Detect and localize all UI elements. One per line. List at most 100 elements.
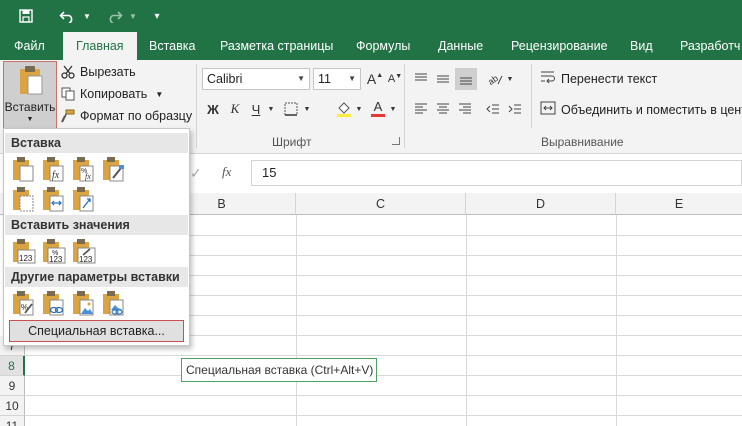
formula-input[interactable]: 15 bbox=[251, 160, 742, 186]
fx-icon[interactable]: fx bbox=[222, 164, 231, 180]
tab-view[interactable]: Вид bbox=[630, 32, 653, 60]
tab-review[interactable]: Рецензирование bbox=[511, 32, 608, 60]
brush-icon bbox=[60, 108, 76, 124]
row-header-8[interactable]: 8 bbox=[0, 356, 25, 376]
align-bottom-icon[interactable] bbox=[455, 68, 477, 90]
redo-dropdown-icon[interactable]: ▼ bbox=[126, 0, 140, 32]
borders-icon[interactable] bbox=[282, 100, 300, 118]
paste-no-borders-icon[interactable] bbox=[11, 186, 37, 212]
wrap-text-button[interactable]: Перенести текст bbox=[540, 70, 657, 87]
increase-font-icon[interactable]: A ▲ bbox=[366, 70, 384, 88]
undo-dropdown-icon[interactable]: ▼ bbox=[80, 0, 94, 32]
font-color-dropdown-icon[interactable]: ▼ bbox=[388, 100, 398, 118]
redo-icon[interactable] bbox=[104, 0, 126, 32]
row-header-10[interactable]: 10 bbox=[0, 396, 25, 416]
bold-icon[interactable]: Ж bbox=[205, 100, 221, 118]
paste-transpose-icon[interactable] bbox=[71, 186, 97, 212]
paste-picture-icon[interactable] bbox=[71, 290, 97, 316]
italic-icon[interactable]: К bbox=[227, 100, 243, 118]
paste-options-menu: Вставка fx % fx Вставить значения 123 % 12… bbox=[3, 128, 190, 346]
paste-icon[interactable] bbox=[11, 156, 37, 182]
grid-line bbox=[25, 375, 742, 376]
tab-data[interactable]: Данные bbox=[438, 32, 483, 60]
paste-button[interactable]: Вставить ▼ bbox=[3, 61, 57, 129]
font-group-label: Шрифт bbox=[272, 135, 312, 149]
borders-dropdown-icon[interactable]: ▼ bbox=[302, 100, 312, 118]
paste-values-icon[interactable]: 123 bbox=[11, 238, 37, 264]
paste-formulas-number-format-icon[interactable]: % fx bbox=[71, 156, 97, 182]
paste-formatting-icon[interactable]: % bbox=[11, 290, 37, 316]
underline-dropdown-icon[interactable]: ▼ bbox=[266, 100, 276, 118]
copy-dropdown-icon[interactable]: ▼ bbox=[155, 90, 163, 99]
decrease-font-icon[interactable]: A ▼ bbox=[386, 70, 404, 88]
svg-text:fx: fx bbox=[52, 170, 60, 181]
svg-text:123: 123 bbox=[49, 255, 63, 264]
align-right-icon[interactable] bbox=[456, 100, 474, 118]
align-top-icon[interactable] bbox=[412, 70, 430, 88]
column-header-d[interactable]: D bbox=[466, 193, 616, 215]
increase-indent-icon[interactable] bbox=[506, 100, 524, 118]
font-name-dropdown-icon: ▼ bbox=[297, 74, 305, 83]
font-size-select[interactable]: 11 ▼ bbox=[313, 68, 361, 90]
align-left-icon[interactable] bbox=[412, 100, 430, 118]
align-middle-icon[interactable] bbox=[434, 70, 452, 88]
align-center-icon[interactable] bbox=[434, 100, 452, 118]
grid-line bbox=[25, 415, 742, 416]
fill-color-dropdown-icon[interactable]: ▼ bbox=[354, 100, 364, 118]
ribbon-separator bbox=[404, 64, 405, 148]
svg-text:ab: ab bbox=[487, 73, 500, 86]
tab-page-layout[interactable]: Разметка страницы bbox=[220, 32, 333, 60]
copy-icon bbox=[60, 86, 76, 102]
font-name-value: Calibri bbox=[207, 72, 243, 86]
paste-linked-picture-icon[interactable] bbox=[101, 290, 127, 316]
wrap-text-icon bbox=[540, 70, 556, 87]
font-size-dropdown-icon: ▼ bbox=[348, 74, 356, 83]
tab-formulas[interactable]: Формулы bbox=[356, 32, 410, 60]
decrease-indent-icon[interactable] bbox=[484, 100, 502, 118]
scissors-icon bbox=[60, 64, 76, 80]
paste-link-icon[interactable] bbox=[41, 290, 67, 316]
tab-insert[interactable]: Вставка bbox=[149, 32, 195, 60]
cut-button[interactable]: Вырезать bbox=[60, 62, 136, 82]
orientation-dropdown-icon[interactable]: ▼ bbox=[505, 70, 515, 88]
column-header-e[interactable]: E bbox=[616, 193, 742, 215]
merge-center-label: Объединить и поместить в центре bbox=[561, 102, 742, 117]
font-name-select[interactable]: Calibri ▼ bbox=[202, 68, 310, 90]
paste-values-source-format-icon[interactable]: 123 bbox=[71, 238, 97, 264]
check-icon[interactable]: ✓ bbox=[190, 165, 202, 182]
fill-color-icon[interactable] bbox=[335, 100, 353, 118]
tab-developer[interactable]: Разработч bbox=[680, 32, 740, 60]
save-icon[interactable] bbox=[14, 0, 38, 32]
column-header-c[interactable]: C bbox=[296, 193, 466, 215]
paste-keep-source-format-icon[interactable] bbox=[101, 156, 127, 182]
undo-icon[interactable] bbox=[56, 0, 78, 32]
customize-toolbar-icon[interactable]: ▾ bbox=[148, 0, 166, 32]
paste-keep-column-width-icon[interactable] bbox=[41, 186, 67, 212]
merge-center-button[interactable]: Объединить и поместить в центре bbox=[540, 101, 742, 118]
font-dialog-launcher-icon[interactable] bbox=[392, 137, 400, 145]
copy-button[interactable]: Копировать ▼ bbox=[60, 84, 163, 104]
alignment-group-label: Выравнивание bbox=[541, 135, 624, 149]
orientation-icon[interactable]: ab bbox=[486, 70, 504, 88]
clipboard-icon bbox=[19, 66, 43, 99]
ribbon-separator bbox=[531, 64, 532, 128]
row-header-11[interactable]: 11 bbox=[0, 416, 25, 426]
paste-section-header: Вставка bbox=[5, 133, 188, 153]
grid-line bbox=[25, 355, 742, 356]
font-size-value: 11 bbox=[318, 72, 331, 86]
paste-formulas-icon[interactable]: fx bbox=[41, 156, 67, 182]
chevron-down-icon: ▼ bbox=[26, 116, 34, 123]
paste-special-tooltip: Специальная вставка (Ctrl+Alt+V) bbox=[181, 358, 377, 382]
underline-icon[interactable]: Ч bbox=[248, 100, 264, 118]
tab-home[interactable]: Главная bbox=[63, 32, 137, 61]
merge-center-icon bbox=[540, 101, 556, 118]
format-painter-button[interactable]: Формат по образцу bbox=[60, 106, 192, 126]
tab-file[interactable]: Файл bbox=[14, 32, 45, 60]
copy-label: Копировать bbox=[80, 87, 148, 101]
font-color-icon[interactable]: A bbox=[370, 98, 386, 118]
row-header-9[interactable]: 9 bbox=[0, 376, 25, 396]
paste-special-button[interactable]: Специальная вставка... bbox=[9, 320, 184, 342]
paste-label: Вставить bbox=[4, 100, 56, 114]
paste-values-number-format-icon[interactable]: % 123 bbox=[41, 238, 67, 264]
paste-values-section-header: Вставить значения bbox=[5, 215, 188, 235]
